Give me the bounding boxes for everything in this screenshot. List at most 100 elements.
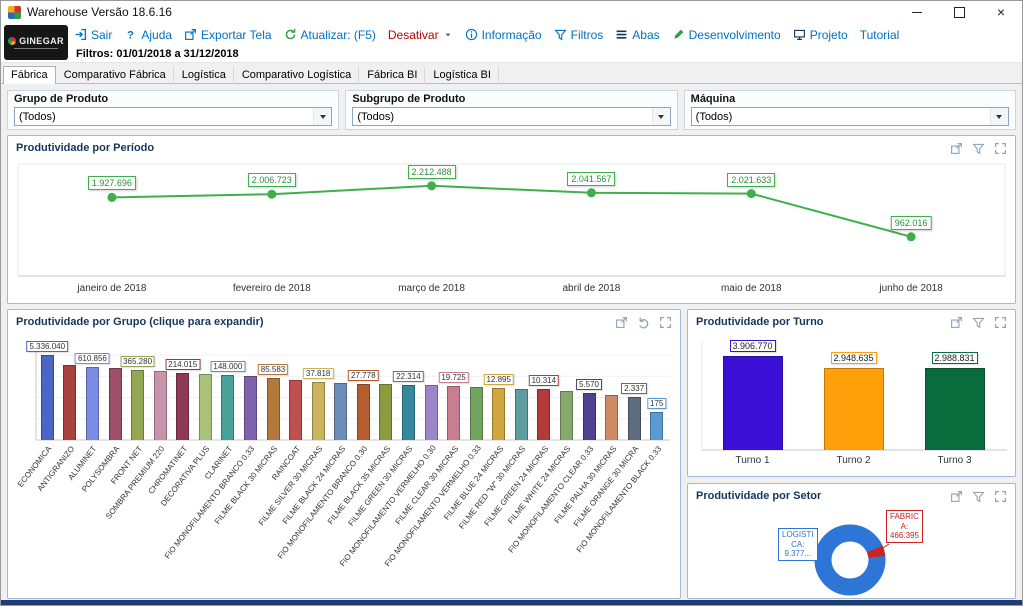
- combo-dropdown-arrow-icon[interactable]: [313, 108, 331, 125]
- bar-filme-palha-30-micras[interactable]: [605, 395, 618, 440]
- projeto-icon: [793, 28, 806, 41]
- bar-filme-red-w-30-micras[interactable]: [515, 389, 528, 440]
- expand-icon[interactable]: [994, 142, 1007, 155]
- bar-filme-green-30-micras[interactable]: [402, 385, 415, 440]
- toolbar-desativar[interactable]: Desativar: [388, 28, 453, 42]
- tab-comparativo-logistica[interactable]: Comparativo Logística: [234, 66, 359, 84]
- combo-maquina[interactable]: (Todos): [691, 107, 1009, 126]
- toolbar-exportar-tela[interactable]: Exportar Tela: [184, 28, 271, 42]
- bar-fio-monofilamento-branco-0-30[interactable]: [357, 384, 370, 440]
- grupo-bar-chart[interactable]: 5.336.040ECONOMICAANTIGRANIZO610.856ALUM…: [8, 334, 680, 598]
- turno-panel-icons: [950, 316, 1007, 329]
- bar-sombra-premium-220[interactable]: [154, 371, 167, 440]
- tab-comparativo-fabrica[interactable]: Comparativo Fábrica: [56, 66, 174, 84]
- bar-filme-green-24-micras[interactable]: [537, 389, 550, 440]
- bar-aluminet[interactable]: [86, 367, 99, 440]
- tab-fabrica[interactable]: Fábrica: [3, 66, 56, 84]
- desativar-dropdown-caret-icon[interactable]: [443, 30, 453, 40]
- setor-donut-chart[interactable]: LOGISTI CA: 9.377...FABRIC A: 466.395: [688, 508, 1015, 598]
- bar-value-label: 37.818: [303, 368, 333, 379]
- filter-icon[interactable]: [972, 142, 985, 155]
- donut-slice-logistica[interactable]: [823, 533, 877, 587]
- bar-fio-monofilamento-clear-0-33[interactable]: [583, 393, 596, 440]
- turno-bar-chart[interactable]: 3.906.770Turno 12.948.635Turno 22.988.83…: [688, 334, 1015, 476]
- maximize-button[interactable]: [938, 1, 980, 23]
- export-icon[interactable]: [615, 316, 628, 329]
- bar-filme-black-24-micras[interactable]: [334, 383, 347, 440]
- toolbar-abas[interactable]: Abas: [615, 28, 659, 42]
- toolbar-sair[interactable]: Sair: [74, 28, 112, 42]
- bar-filme-orange-30-micra[interactable]: [628, 397, 641, 440]
- toolbar-desenvolvimento[interactable]: Desenvolvimento: [672, 28, 781, 42]
- bar-turno-2[interactable]: [824, 368, 884, 450]
- close-button[interactable]: ×: [980, 1, 1022, 23]
- bar-raincoat[interactable]: [289, 380, 302, 440]
- expand-icon[interactable]: [994, 316, 1007, 329]
- export-icon[interactable]: [950, 490, 963, 503]
- combo-dropdown-arrow-icon[interactable]: [990, 108, 1008, 125]
- line-point[interactable]: [427, 181, 436, 190]
- filter-icon[interactable]: [972, 490, 985, 503]
- bar-turno-1[interactable]: [723, 356, 783, 450]
- bar-value-label: 5.336.040: [26, 341, 68, 352]
- bar-filme-blue-24-micras[interactable]: [492, 388, 505, 440]
- toolbar-tutorial[interactable]: Tutorial: [860, 28, 900, 42]
- line-point[interactable]: [107, 193, 116, 202]
- toolbar-atualizar[interactable]: Atualizar: (F5): [284, 28, 376, 42]
- line-point[interactable]: [267, 190, 276, 199]
- grupo-panel-header[interactable]: Produtividade por Grupo (clique para exp…: [8, 310, 680, 334]
- filter-group-maquina: Máquina(Todos): [684, 90, 1016, 130]
- bar-value-label: 610.856: [75, 353, 110, 364]
- x-axis-label: janeiro de 2018: [77, 283, 146, 294]
- bar-filme-black-35-micras[interactable]: [379, 384, 392, 440]
- bar-clarinet[interactable]: [221, 375, 234, 440]
- abas-icon: [615, 28, 628, 41]
- bar-value-label: 5.570: [576, 379, 602, 390]
- bar-filme-silver-30-micras[interactable]: [312, 382, 325, 440]
- combo-subgrupo-de-produto[interactable]: (Todos): [352, 107, 670, 126]
- line-point[interactable]: [747, 189, 756, 198]
- export-icon[interactable]: [950, 142, 963, 155]
- expand-icon[interactable]: [994, 490, 1007, 503]
- bar-filme-black-30-micras[interactable]: [267, 378, 280, 440]
- bar-front-net[interactable]: [131, 370, 144, 440]
- combo-grupo-de-produto[interactable]: (Todos): [14, 107, 332, 126]
- bar-decorativa-plus[interactable]: [199, 374, 212, 440]
- bar-fio-monofilamento-vermelho-0-30[interactable]: [425, 385, 438, 440]
- toolbar-filtros[interactable]: Filtros: [554, 28, 604, 42]
- line-point[interactable]: [907, 232, 916, 241]
- combo-value: (Todos): [696, 111, 733, 123]
- bar-fio-monofilamento-vermelho-0-33[interactable]: [470, 387, 483, 440]
- filtros-icon: [554, 28, 567, 41]
- tab-fabrica-bi[interactable]: Fábrica BI: [359, 66, 425, 84]
- minimize-button[interactable]: [896, 1, 938, 23]
- toolbar-ajuda[interactable]: ?Ajuda: [124, 28, 172, 42]
- bar-filme-clear-30-micras[interactable]: [447, 386, 460, 440]
- export-icon[interactable]: [950, 316, 963, 329]
- bar-fio-monofilamento-black-0-33[interactable]: [650, 412, 663, 440]
- bar-filme-white-24-micras[interactable]: [560, 391, 573, 440]
- combo-value: (Todos): [19, 111, 56, 123]
- line-point[interactable]: [587, 188, 596, 197]
- bar-chromatinet[interactable]: [176, 373, 189, 440]
- toolbar-projeto[interactable]: Projeto: [793, 28, 848, 42]
- undo-icon[interactable]: [637, 316, 650, 329]
- ginegar-logo-text: GINEGAR: [19, 36, 64, 46]
- bar-polysombra[interactable]: [109, 368, 122, 440]
- atualizar-icon: [284, 28, 297, 41]
- donut-slice-fabrica[interactable]: [875, 549, 877, 557]
- filter-icon[interactable]: [972, 316, 985, 329]
- category-label: Turno 1: [735, 455, 769, 466]
- expand-icon[interactable]: [659, 316, 672, 329]
- tab-logistica[interactable]: Logística: [174, 66, 234, 84]
- bar-antigranizo[interactable]: [63, 365, 76, 441]
- toolbar-informacao[interactable]: Informação: [465, 28, 542, 42]
- bar-fio-monofilamento-branco-0-33[interactable]: [244, 376, 257, 440]
- tab-logistica-bi[interactable]: Logística BI: [425, 66, 498, 84]
- periodo-line-chart[interactable]: 1.927.6962.006.7232.212.4882.041.5672.02…: [8, 160, 1015, 303]
- point-label: 2.021.633: [727, 173, 775, 187]
- combo-dropdown-arrow-icon[interactable]: [652, 108, 670, 125]
- bar-economica[interactable]: [41, 355, 54, 440]
- bar-turno-3[interactable]: [925, 368, 985, 450]
- taskbar-strip: [1, 600, 1022, 605]
